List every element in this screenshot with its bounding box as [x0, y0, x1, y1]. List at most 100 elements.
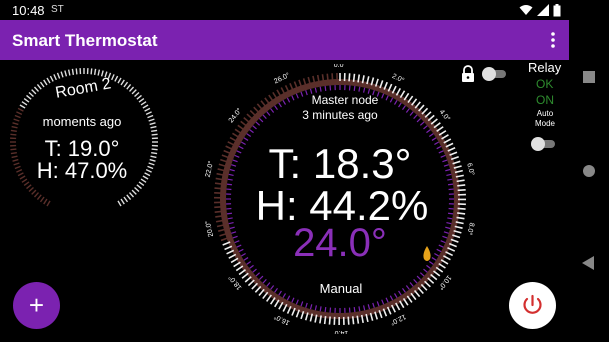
- master-setpoint-tick: [393, 99, 398, 105]
- master-mode: Manual: [320, 281, 363, 296]
- master-gauge[interactable]: 0.0° 2.0° 4.0° 6.0° 8.0° 10.0° 12.0° 14.0° 16.0°…: [205, 64, 475, 334]
- master-setpoint-tick: [291, 95, 295, 101]
- master-setpoint-tick: [416, 117, 422, 123]
- room2-tick: [67, 69, 71, 76]
- master-setpoint-tick: [262, 114, 267, 120]
- master-tick: [214, 206, 223, 209]
- master-setpoint-tick: [243, 257, 249, 261]
- room2-tick: [138, 97, 145, 103]
- master-tick: [254, 285, 262, 293]
- power-button[interactable]: [509, 282, 556, 329]
- master-setpoint-tick: [234, 240, 240, 244]
- master-setpoint-tick: [262, 278, 267, 284]
- master-tick: [235, 265, 244, 272]
- master-setpoint-tick: [305, 90, 308, 96]
- master-setpoint-tick: [428, 133, 434, 137]
- room2-tick: [43, 79, 48, 86]
- room2-tick: [64, 70, 68, 77]
- room2-tick: [49, 75, 54, 82]
- master-scale-label: 22.0°: [205, 160, 215, 178]
- master-setpoint-tick: [227, 178, 233, 181]
- auto-mode-toggle[interactable]: [531, 137, 557, 151]
- master-setpoint-tick: [381, 93, 385, 99]
- app-bar: Smart Thermostat: [0, 20, 569, 60]
- master-tick: [438, 130, 447, 136]
- room2-tick: [56, 72, 61, 79]
- back-icon[interactable]: [582, 256, 594, 270]
- master-tick: [410, 292, 417, 301]
- room2-tick: [16, 169, 23, 173]
- room2-gauge[interactable]: Room 2 moments ago T: 19.0° H: 47.0%: [4, 62, 164, 222]
- master-setpoint-tick: [440, 154, 446, 158]
- room2-tick: [14, 114, 21, 119]
- room2-tick: [11, 155, 18, 159]
- add-room-button[interactable]: +: [13, 282, 60, 329]
- master-setpoint-tick: [398, 102, 402, 108]
- master-setpoint[interactable]: 24.0°: [293, 221, 387, 265]
- master-setpoint-tick: [426, 129, 431, 134]
- master-setpoint-tick: [295, 299, 299, 305]
- room2-tick: [33, 192, 40, 198]
- master-tick: [427, 277, 435, 284]
- master-setpoint-tick: [358, 86, 361, 92]
- master-tick: [418, 104, 425, 112]
- room2-tick: [140, 178, 147, 183]
- master-setpoint-tick: [419, 121, 425, 126]
- room2-tick: [142, 175, 149, 180]
- lock-icon[interactable]: [461, 65, 475, 83]
- master-tick: [266, 294, 272, 302]
- master-setpoint-tick: [428, 261, 434, 265]
- relay-status-ok: OK: [536, 77, 554, 91]
- room2-tick: [23, 97, 30, 103]
- master-setpoint-tick: [426, 264, 431, 269]
- room2-tick: [53, 74, 57, 81]
- master-setpoint-tick: [226, 183, 233, 186]
- signal-icon: [537, 4, 549, 16]
- master-scale-label: 4.0°: [438, 108, 452, 123]
- status-carrier: ST: [51, 4, 64, 15]
- room2-tick: [144, 107, 151, 112]
- room2-tick: [21, 178, 28, 183]
- master-tick: [234, 128, 243, 135]
- room2-tick: [93, 68, 97, 75]
- more-menu-icon[interactable]: [549, 31, 557, 49]
- room2-tick: [28, 186, 34, 193]
- power-icon: [523, 294, 542, 314]
- master-tick: [402, 297, 409, 306]
- master-scale-label: 18.0°: [227, 273, 244, 291]
- master-setpoint-tick: [240, 252, 246, 257]
- master-setpoint-tick: [305, 302, 308, 308]
- recents-icon[interactable]: [583, 71, 595, 83]
- master-setpoint-tick: [258, 275, 264, 281]
- master-setpoint-tick: [409, 282, 414, 287]
- master-tick: [430, 118, 438, 125]
- master-tick: [246, 113, 254, 121]
- master-tick: [238, 269, 246, 276]
- master-updated: 3 minutes ago: [302, 108, 378, 122]
- master-setpoint-tick: [385, 95, 389, 101]
- master-setpoint-tick: [353, 306, 356, 313]
- master-setpoint-tick: [314, 305, 317, 311]
- room2-tick: [46, 200, 51, 207]
- room2-tick: [144, 172, 151, 177]
- master-tick: [411, 98, 418, 106]
- room2-tick: [140, 101, 147, 106]
- home-icon[interactable]: [582, 164, 596, 178]
- master-tick: [351, 316, 355, 325]
- room2-tick: [149, 122, 156, 126]
- master-setpoint-tick: [231, 164, 237, 167]
- master-temperature: T: 18.3°: [269, 140, 412, 187]
- master-setpoint-tick: [270, 285, 275, 290]
- master-setpoint-tick: [236, 150, 242, 154]
- master-tick: [417, 286, 424, 295]
- master-scale-label: 0.0°: [334, 64, 347, 69]
- master-setpoint-tick: [442, 159, 448, 163]
- auto-mode-line: Mode: [534, 119, 555, 128]
- master-setpoint-tick: [255, 121, 261, 126]
- master-setpoint-tick: [434, 141, 440, 146]
- room2-tick: [13, 162, 20, 166]
- master-setpoint-tick: [413, 114, 418, 120]
- lock-toggle[interactable]: [482, 67, 508, 81]
- room2-tick: [19, 175, 26, 180]
- room2-tick: [11, 125, 18, 129]
